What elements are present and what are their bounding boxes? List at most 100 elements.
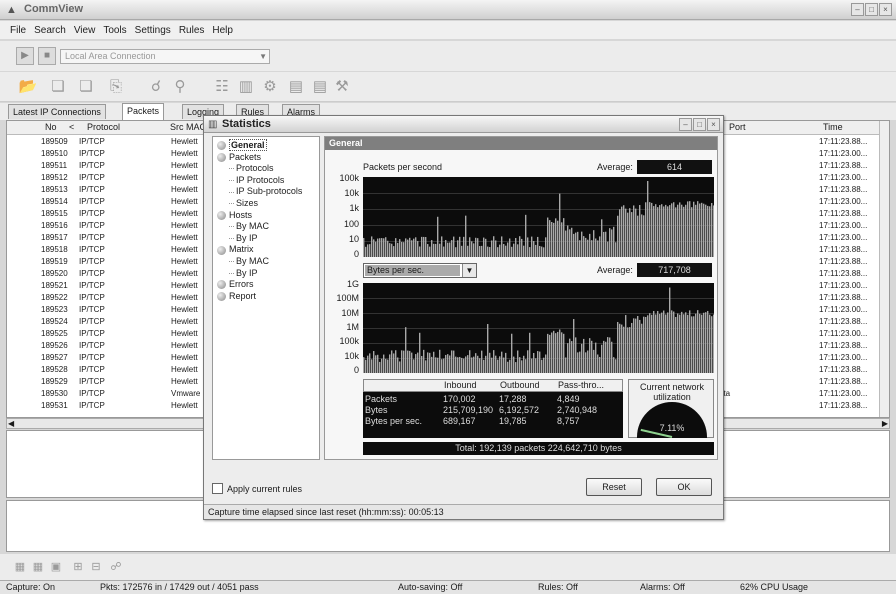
traffic-bar: [667, 312, 669, 373]
axis-tick-label: 10M: [341, 307, 359, 318]
menu-settings[interactable]: Settings: [135, 25, 171, 36]
row-src-mac: Hewlett: [171, 401, 198, 410]
search-icon[interactable]: ☌: [146, 77, 166, 97]
new-icon[interactable]: ❏: [48, 77, 68, 97]
traffic-cell-pass: 4,849: [557, 394, 580, 404]
traffic-bar: [689, 201, 691, 257]
scroll-left-icon[interactable]: ◀: [8, 419, 14, 428]
view-hex-icon[interactable]: ▦: [10, 557, 30, 577]
col-time[interactable]: Time: [823, 121, 843, 134]
wrench-icon[interactable]: ⚒: [332, 77, 352, 97]
minimize-icon[interactable]: –: [851, 3, 864, 16]
row-src-mac: Hewlett: [171, 293, 198, 302]
traffic-bar: [471, 241, 473, 257]
traffic-row: Bytes 215,709,190 6,192,572 2,740,948: [363, 405, 623, 416]
traffic-bar: [617, 321, 619, 373]
traffic-bar: [425, 237, 427, 257]
traffic-bar: [401, 350, 403, 373]
app-titlebar: ▲ CommView – □ ×: [0, 0, 896, 20]
minimize-icon[interactable]: –: [679, 118, 692, 131]
statistics-icon[interactable]: ▥: [236, 77, 256, 97]
save-icon[interactable]: ❏: [76, 77, 96, 97]
col-no[interactable]: No: [45, 121, 57, 134]
traffic-bar: [413, 238, 415, 257]
menu-search[interactable]: Search: [34, 25, 66, 36]
vertical-scrollbar[interactable]: [879, 121, 889, 417]
ok-button[interactable]: OK: [656, 478, 712, 496]
adapter-select[interactable]: Local Area Connection ▼: [60, 49, 270, 64]
tree-item-ip-protocols[interactable]: IP Protocols: [229, 175, 284, 185]
reset-button[interactable]: Reset: [586, 478, 642, 496]
tree-item-packets[interactable]: Packets: [217, 152, 261, 162]
scroll-right-icon[interactable]: ▶: [882, 419, 888, 428]
tree-item-sizes[interactable]: Sizes: [229, 198, 258, 208]
tree-item-protocols[interactable]: Protocols: [229, 163, 274, 173]
tree-item-general[interactable]: General: [217, 139, 267, 151]
traffic-bar: [669, 205, 671, 257]
tree-item-report[interactable]: Report: [217, 291, 256, 301]
menu-file[interactable]: File: [10, 25, 26, 36]
stop-capture-icon[interactable]: ■: [38, 47, 56, 65]
monitor2-icon[interactable]: ▤: [310, 77, 330, 97]
menu-view[interactable]: View: [74, 25, 96, 36]
view-ascii-icon[interactable]: ▦: [28, 557, 48, 577]
menu-help[interactable]: Help: [212, 25, 233, 36]
open-icon[interactable]: 📂: [18, 77, 38, 97]
expand-icon[interactable]: ⊞: [68, 557, 88, 577]
traffic-bar: [451, 240, 453, 257]
close-icon[interactable]: ×: [707, 118, 720, 131]
apply-rules-row[interactable]: Apply current rules: [212, 483, 302, 494]
traffic-bar: [581, 343, 583, 373]
traffic-bar: [455, 247, 457, 257]
traffic-bar: [543, 357, 545, 373]
maximize-icon[interactable]: □: [693, 118, 706, 131]
close-icon[interactable]: ×: [879, 3, 892, 16]
start-capture-icon[interactable]: ▶: [16, 47, 34, 65]
tab-latest-ip-connections[interactable]: Latest IP Connections: [8, 104, 106, 119]
tree-item-ip-sub-protocols[interactable]: IP Sub-protocols: [229, 186, 302, 196]
view-split-icon[interactable]: ▣: [46, 557, 66, 577]
collapse-icon[interactable]: ⊟: [86, 557, 106, 577]
col-port[interactable]: Port: [729, 121, 746, 134]
traffic-table: Inbound Outbound Pass-thro... Packets 170…: [363, 379, 623, 438]
dialog-titlebar[interactable]: ▥ Statistics – □ ×: [204, 116, 723, 133]
tree-item-hosts[interactable]: Hosts: [217, 210, 252, 220]
nodes-icon[interactable]: ☷: [212, 77, 232, 97]
traffic-bar: [373, 351, 375, 373]
tree-item-label: Sizes: [236, 198, 259, 208]
tree-item-by-mac[interactable]: By MAC: [229, 221, 269, 231]
monitor-icon[interactable]: ▤: [286, 77, 306, 97]
maximize-icon[interactable]: □: [865, 3, 878, 16]
link-icon[interactable]: ☍: [106, 557, 126, 577]
chevron-down-icon[interactable]: ▼: [462, 264, 476, 277]
row-no: 189521: [41, 281, 68, 290]
traffic-bar: [691, 207, 693, 257]
tree-item-by-ip[interactable]: By IP: [229, 233, 258, 243]
tools-icon[interactable]: ⚙: [260, 77, 280, 97]
row-protocol: IP/TCP: [79, 353, 105, 362]
col-protocol[interactable]: Protocol: [87, 121, 120, 134]
traffic-bar: [677, 313, 679, 373]
graph-metric-select[interactable]: Bytes per sec. ▼: [363, 263, 477, 278]
tree-item-by-ip[interactable]: By IP: [229, 268, 258, 278]
apply-rules-checkbox[interactable]: [212, 483, 223, 494]
traffic-bar: [713, 205, 714, 257]
traffic-bar: [573, 233, 575, 257]
tree-item-by-mac[interactable]: By MAC: [229, 256, 269, 266]
pps-average-value: 614: [637, 160, 712, 174]
row-src-mac: Hewlett: [171, 281, 198, 290]
traffic-bar: [443, 246, 445, 257]
tree-item-matrix[interactable]: Matrix: [217, 244, 254, 255]
find-icon[interactable]: ⚲: [170, 77, 190, 97]
traffic-bar: [679, 314, 681, 373]
traffic-bar: [603, 340, 605, 373]
menu-rules[interactable]: Rules: [179, 25, 205, 36]
traffic-bar: [413, 359, 415, 373]
print-icon[interactable]: ⎘: [106, 77, 126, 97]
traffic-bar: [507, 242, 509, 257]
col-src-mac[interactable]: Src MAC: [170, 121, 206, 134]
row-time: 17:11:23.88...: [819, 317, 868, 326]
tree-item-errors[interactable]: Errors: [217, 279, 254, 290]
tab-packets[interactable]: Packets: [122, 103, 165, 120]
menu-tools[interactable]: Tools: [103, 25, 126, 36]
